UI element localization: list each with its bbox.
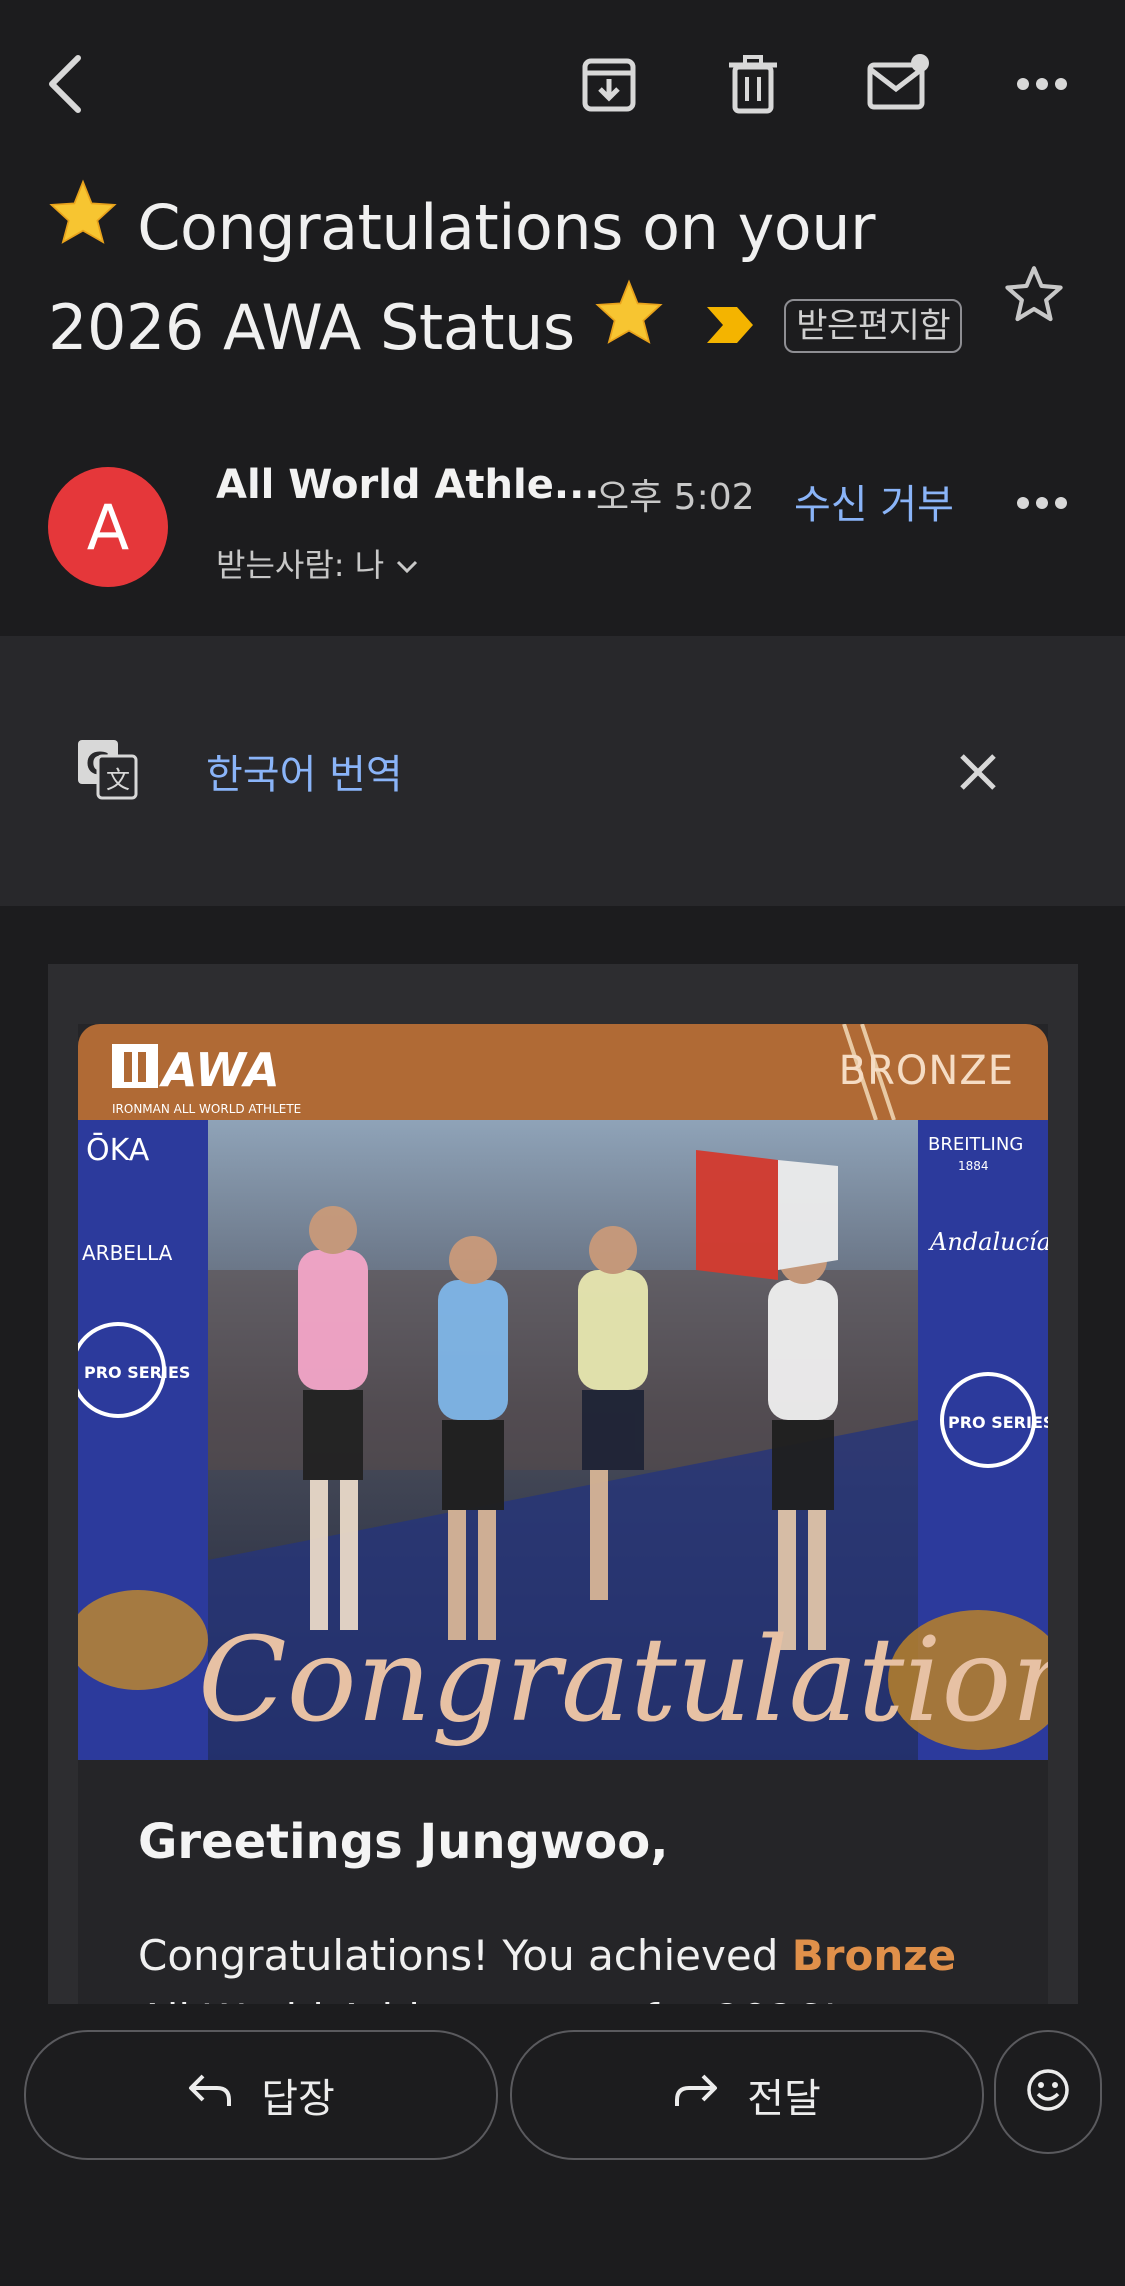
email-content: AWA IRONMAN ALL WORLD ATHLETE BRONZE ŌKA…	[78, 1024, 1048, 2004]
svg-text:ARBELLA: ARBELLA	[82, 1241, 173, 1265]
avatar[interactable]: A	[48, 467, 168, 587]
para-after: All World Athlete status for 2026!	[138, 1995, 839, 2004]
subject-line-1: Congratulations on your	[137, 191, 876, 264]
svg-text:BREITLING: BREITLING	[928, 1134, 1023, 1155]
svg-text:AWA: AWA	[159, 1043, 280, 1097]
svg-text:PRO SERIES: PRO SERIES	[948, 1413, 1048, 1432]
close-icon[interactable]	[952, 746, 1004, 798]
tier-header: AWA IRONMAN ALL WORLD ATHLETE BRONZE	[78, 1024, 1048, 1121]
sender-name[interactable]: All World Athle...	[216, 462, 599, 508]
archive-icon[interactable]	[572, 52, 646, 118]
smiley-icon	[1026, 2068, 1070, 2116]
trash-icon[interactable]	[720, 52, 786, 118]
translate-icon: G 文	[74, 736, 140, 802]
recipient-label: 받는사람: 나	[216, 546, 385, 584]
greeting: Greetings Jungwoo,	[138, 1814, 669, 1870]
subject-line-2: 2026 AWA Status	[48, 290, 575, 364]
svg-text:文: 文	[106, 766, 130, 794]
email-subject: Congratulations on your 2026 AWA Status …	[48, 179, 1008, 380]
back-icon[interactable]	[34, 46, 98, 122]
svg-text:Andalucía: Andalucía	[928, 1228, 1048, 1256]
reply-label: 답장	[261, 2076, 335, 2122]
reply-button[interactable]: 답장	[24, 2030, 498, 2160]
translate-korean-link[interactable]: 한국어 번역	[206, 742, 403, 800]
reply-icon	[187, 2072, 233, 2118]
chevron-down-icon	[396, 544, 418, 582]
svg-text:1884: 1884	[958, 1159, 989, 1173]
svg-text:PRO SERIES: PRO SERIES	[84, 1363, 190, 1382]
recipient-details[interactable]: 받는사람: 나	[216, 540, 418, 586]
email-card: AWA IRONMAN ALL WORLD ATHLETE BRONZE ŌKA…	[48, 964, 1078, 2004]
para-before: Congratulations! You achieved	[138, 1931, 792, 1980]
inbox-label[interactable]: 받은편지함	[784, 298, 963, 353]
mail-unread-icon[interactable]	[864, 50, 932, 116]
star-emoji-icon	[48, 176, 118, 272]
more-icon[interactable]	[1010, 62, 1074, 106]
emoji-reaction-button[interactable]	[994, 2030, 1102, 2154]
more-icon[interactable]	[1010, 488, 1074, 518]
hero-image: ŌKA ARBELLA BREITLING 1884 Andalucía PRO…	[78, 1120, 1048, 1760]
hero-script: Congratulations	[198, 1613, 1048, 1748]
top-toolbar	[0, 0, 1125, 170]
status-paragraph: Congratulations! You achieved Bronze All…	[138, 1924, 1018, 2004]
importance-marker-icon[interactable]	[705, 276, 755, 372]
awa-logo: AWA IRONMAN ALL WORLD ATHLETE	[112, 1042, 312, 1116]
tier-label: BRONZE	[838, 1048, 1014, 1094]
forward-button[interactable]: 전달	[510, 2030, 984, 2160]
star-icon[interactable]	[998, 258, 1070, 330]
forward-icon	[673, 2072, 719, 2118]
svg-text:ŌKA: ŌKA	[86, 1132, 150, 1168]
sent-time: 오후 5:02	[596, 477, 755, 518]
unsubscribe-link[interactable]: 수신 거부	[794, 472, 954, 530]
logo-subtitle: IRONMAN ALL WORLD ATHLETE	[112, 1102, 302, 1116]
star-emoji-icon	[594, 276, 664, 372]
forward-label: 전달	[747, 2076, 821, 2122]
tier-highlight: Bronze	[791, 1931, 957, 1980]
